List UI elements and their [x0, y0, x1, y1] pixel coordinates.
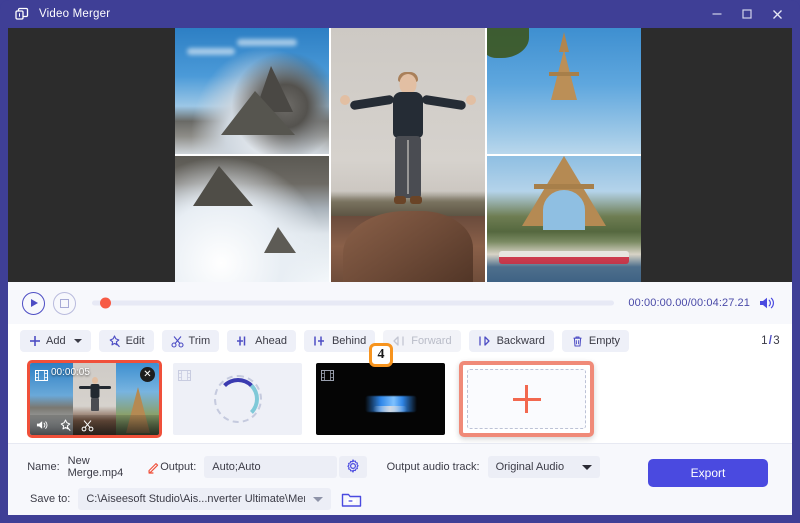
audio-track-value: Original Audio	[495, 461, 565, 473]
edit-button-label: Edit	[125, 335, 145, 347]
play-button[interactable]	[22, 291, 45, 315]
name-value: New Merge.mp4	[67, 455, 124, 479]
clip-item-2[interactable]	[173, 363, 302, 435]
collage-column-center	[331, 28, 485, 282]
collage-column-right	[487, 28, 641, 282]
output-format-field[interactable]: Auto;Auto	[204, 456, 338, 478]
stop-button[interactable]	[53, 291, 76, 315]
timecode-display: 00:00:00.00/00:04:27.21	[628, 297, 750, 309]
ahead-button[interactable]: Ahead	[227, 330, 296, 352]
seek-bar[interactable]	[92, 293, 615, 313]
close-button[interactable]	[762, 0, 792, 28]
save-to-label: Save to:	[30, 493, 71, 505]
video-merger-window: Video Merger 00:00:00.00/00:04:27.21 Add…	[0, 0, 800, 523]
video-preview[interactable]	[8, 28, 792, 282]
seek-track	[92, 300, 615, 306]
empty-button[interactable]: Empty	[561, 330, 630, 352]
collage-cell-man-jumping	[331, 28, 485, 282]
chevron-down-icon	[581, 464, 592, 470]
clip-item-3[interactable]	[316, 363, 445, 435]
add-clip-dropzone	[467, 369, 586, 429]
collage-column-left	[175, 28, 329, 282]
backward-button-label: Backward	[496, 335, 545, 347]
film-strip-icon	[35, 368, 48, 381]
behind-button[interactable]: Behind	[303, 330, 376, 352]
insert-behind-icon	[313, 335, 327, 347]
page-total: 3	[773, 335, 780, 347]
collage-cell-eiffel-bottom	[487, 156, 641, 282]
clip-volume-icon[interactable]	[36, 419, 50, 431]
save-path-select[interactable]: C:\Aiseesoft Studio\Ais...nverter Ultima…	[78, 488, 332, 510]
forward-button[interactable]: Forward	[383, 330, 461, 352]
output-format-value: Auto;Auto	[212, 461, 261, 473]
trim-button-label: Trim	[188, 335, 211, 347]
audio-track-select[interactable]: Original Audio	[487, 456, 600, 478]
loading-spinner-icon	[216, 378, 259, 420]
empty-button-label: Empty	[588, 335, 621, 347]
preview-collage	[175, 28, 641, 282]
player-bar: 00:00:00.00/00:04:27.21	[8, 282, 792, 324]
plus-icon	[512, 385, 541, 413]
window-title: Video Merger	[39, 8, 111, 20]
clip-item-1[interactable]: 00:00:05 ✕	[27, 360, 162, 438]
minimize-button[interactable]	[702, 0, 732, 28]
chevron-down-icon	[313, 496, 324, 502]
clip-toolbar: Add Edit Trim Ahead Behind Forward Backw…	[8, 324, 792, 358]
folder-icon[interactable]	[341, 491, 362, 508]
maximize-button[interactable]	[732, 0, 762, 28]
name-label: Name:	[27, 461, 60, 473]
film-strip-icon	[178, 368, 191, 381]
clip-strip: 00:00:05 ✕	[8, 358, 792, 444]
page-indicator: 1/3	[761, 335, 780, 347]
volume-icon[interactable]	[759, 296, 776, 310]
stop-icon	[60, 298, 69, 308]
behind-button-label: Behind	[331, 335, 367, 347]
scissors-icon	[170, 335, 184, 348]
clip-edit-icon[interactable]	[59, 419, 72, 432]
trash-icon	[571, 335, 584, 348]
arrow-left-icon	[392, 335, 406, 347]
output-settings-panel: Name: New Merge.mp4 Output: Auto;Auto Ou…	[8, 444, 792, 515]
windows-stack-icon	[14, 6, 30, 22]
play-icon	[31, 299, 38, 307]
forward-button-label: Forward	[411, 335, 452, 347]
trim-button[interactable]: Trim	[161, 330, 220, 352]
chevron-down-icon	[73, 339, 82, 343]
save-path-value: C:\Aiseesoft Studio\Ais...nverter Ultima…	[86, 493, 306, 505]
magic-wand-icon	[108, 334, 121, 348]
output-label: Output:	[160, 461, 197, 473]
output-settings-button[interactable]	[339, 456, 368, 478]
backward-button[interactable]: Backward	[468, 330, 554, 352]
film-strip-icon	[321, 368, 334, 381]
arrow-right-icon	[478, 335, 492, 347]
collage-cell-eiffel-top	[487, 28, 641, 154]
export-button[interactable]: Export	[648, 459, 768, 487]
collage-cell-mountain-top	[175, 28, 329, 154]
step-badge-4: 4	[369, 343, 393, 367]
window-controls	[702, 0, 792, 28]
clip-duration: 00:00:05	[51, 367, 90, 378]
gear-icon	[346, 458, 360, 476]
playhead-handle[interactable]	[100, 297, 111, 309]
edit-button[interactable]: Edit	[98, 330, 154, 352]
clip-actions	[30, 415, 159, 435]
add-clip-slot[interactable]	[459, 361, 594, 437]
title-bar: Video Merger	[0, 0, 800, 28]
add-button-label: Add	[46, 335, 66, 347]
plus-icon	[29, 335, 41, 347]
add-button[interactable]: Add	[20, 330, 91, 352]
insert-ahead-icon	[236, 335, 250, 347]
output-settings-row-2: Save to: C:\Aiseesoft Studio\Ais...nvert…	[8, 486, 792, 512]
collage-cell-mountain-bottom	[175, 156, 329, 282]
ahead-button-label: Ahead	[255, 335, 287, 347]
clip-artwork-highlight	[372, 406, 407, 413]
clip-remove-button[interactable]: ✕	[140, 367, 155, 382]
clip-trim-icon[interactable]	[81, 419, 94, 432]
audio-track-label: Output audio track:	[386, 461, 480, 473]
pencil-icon[interactable]	[147, 461, 160, 474]
page-current: 1	[761, 335, 768, 347]
